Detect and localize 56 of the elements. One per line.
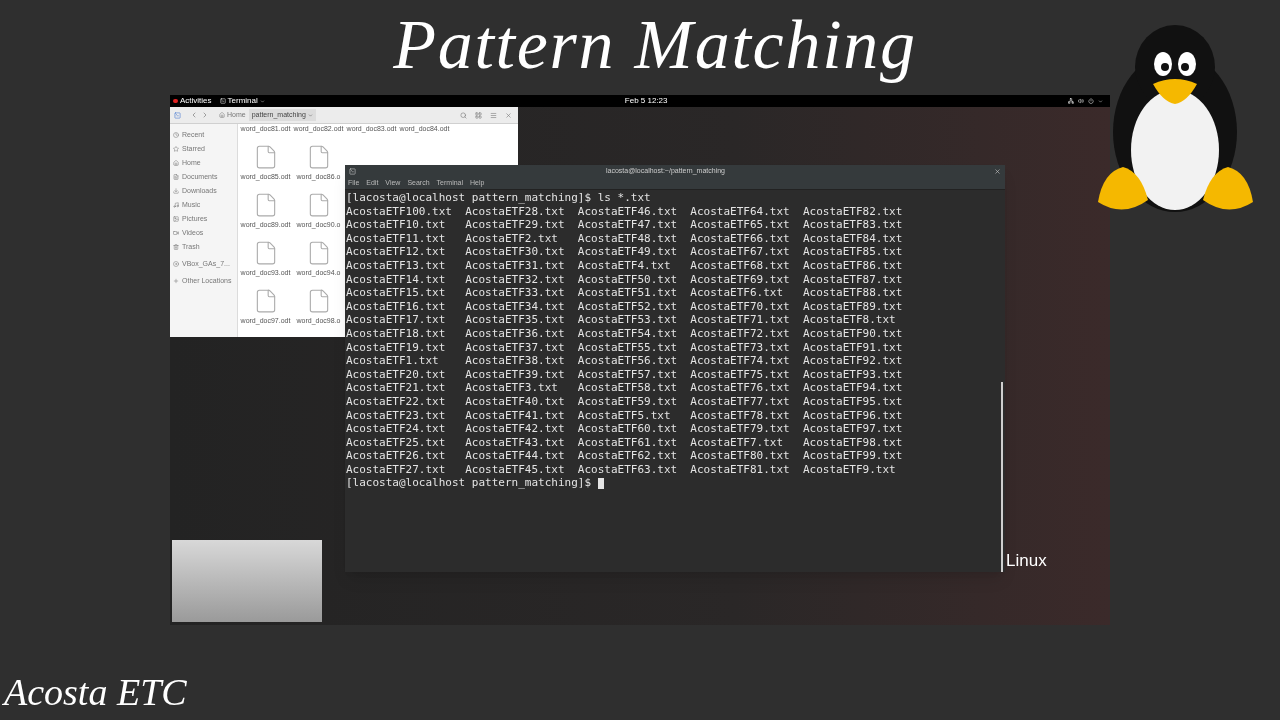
caret-icon[interactable] bbox=[1098, 98, 1103, 104]
forward-icon[interactable] bbox=[201, 111, 209, 119]
terminal-line: AcostaETF18.txt AcostaETF36.txt AcostaETF54.txt AcostaETF72.txt AcostaETF90.txt bbox=[346, 326, 903, 341]
overlay-label: Linux bbox=[1006, 551, 1047, 571]
image-icon bbox=[173, 216, 179, 222]
disc-icon bbox=[173, 261, 179, 267]
terminal-prompt: [lacosta@localhost pattern_matching]$ bbox=[346, 476, 592, 491]
terminal-line: AcostaETF22.txt AcostaETF40.txt AcostaETF59.txt AcostaETF77.txt AcostaETF95.txt bbox=[346, 394, 903, 409]
clock[interactable]: Feb 5 12:23 bbox=[624, 96, 668, 106]
document-icon bbox=[173, 174, 179, 180]
terminal-line: AcostaETF25.txt AcostaETF43.txt AcostaETF61.txt AcostaETF7.txt AcostaETF98.txt bbox=[346, 435, 903, 450]
star-icon bbox=[173, 146, 179, 152]
terminal-line: AcostaETF24.txt AcostaETF42.txt AcostaETF60.txt AcostaETF79.txt AcostaETF97.txt bbox=[346, 422, 903, 436]
power-icon[interactable] bbox=[1088, 98, 1094, 104]
terminal-icon bbox=[349, 168, 356, 175]
text-cursor bbox=[598, 477, 605, 489]
video-title: Pattern Matching bbox=[393, 5, 917, 85]
terminal-line: AcostaETF1.txt AcostaETF38.txt AcostaETF56.txt AcostaETF74.txt AcostaETF92.txt bbox=[346, 354, 903, 368]
caret-icon bbox=[307, 112, 313, 118]
video-icon bbox=[173, 230, 179, 236]
network-icon[interactable] bbox=[1068, 98, 1074, 104]
terminal-line: AcostaETF20.txt AcostaETF39.txt AcostaETF57.txt AcostaETF75.txt AcostaETF93.txt bbox=[346, 367, 903, 382]
terminal-line: [lacosta@localhost pattern_matching]$ ls *.txt bbox=[346, 191, 651, 205]
music-icon bbox=[173, 202, 179, 208]
terminal-line: AcostaETF23.txt AcostaETF41.txt AcostaETF5.txt AcostaETF78.txt AcostaETF96.txt bbox=[346, 408, 903, 423]
terminal-line: AcostaETF19.txt AcostaETF37.txt AcostaETF55.txt AcostaETF73.txt AcostaETF91.txt bbox=[346, 340, 903, 355]
channel-logo: Acosta ETC bbox=[4, 670, 187, 715]
terminal-line: AcostaETF16.txt AcostaETF34.txt AcostaETF52.txt AcostaETF70.txt AcostaETF89.txt bbox=[346, 299, 903, 314]
caret-icon bbox=[259, 98, 265, 104]
home-icon bbox=[173, 160, 179, 166]
terminal-line: AcostaETF17.txt AcostaETF35.txt AcostaETF53.txt AcostaETF71.txt AcostaETF8.txt bbox=[346, 313, 896, 327]
clock-icon bbox=[173, 132, 179, 138]
terminal-line: AcostaETF15.txt AcostaETF33.txt AcostaETF51.txt AcostaETF6.txt AcostaETF88.txt bbox=[346, 286, 903, 300]
terminal-line: AcostaETF13.txt AcostaETF31.txt AcostaETF4.txt AcostaETF68.txt AcostaETF86.txt bbox=[346, 258, 903, 273]
download-icon bbox=[173, 188, 179, 194]
terminal-icon bbox=[219, 98, 226, 104]
search-icon[interactable] bbox=[460, 111, 467, 119]
terminal-line: AcostaETF12.txt AcostaETF30.txt AcostaETF49.txt AcostaETF67.txt AcostaETF85.txt bbox=[346, 245, 903, 259]
terminal-line: AcostaETF21.txt AcostaETF3.txt AcostaETF58.txt AcostaETF76.txt AcostaETF94.txt bbox=[346, 381, 903, 395]
plus-icon bbox=[173, 278, 179, 284]
terminal-line: AcostaETF14.txt AcostaETF32.txt AcostaETF50.txt AcostaETF69.txt AcostaETF87.txt bbox=[346, 272, 903, 287]
terminal-line: AcostaETF11.txt AcostaETF2.txt AcostaETF48.txt AcostaETF66.txt AcostaETF84.txt bbox=[346, 231, 903, 246]
view-options-icon[interactable] bbox=[475, 111, 482, 119]
terminal-line: AcostaETF26.txt AcostaETF44.txt AcostaETF62.txt AcostaETF80.txt AcostaETF99.txt bbox=[346, 449, 903, 463]
back-icon[interactable] bbox=[190, 111, 198, 119]
activities-button[interactable]: Activities bbox=[173, 96, 212, 106]
menu-icon[interactable] bbox=[490, 111, 497, 119]
home-icon bbox=[219, 112, 225, 118]
terminal-line: AcostaETF10.txt AcostaETF29.txt AcostaETF47.txt AcostaETF65.txt AcostaETF83.txt bbox=[346, 218, 903, 232]
app-menu[interactable]: Terminal bbox=[219, 96, 265, 106]
volume-icon[interactable] bbox=[1078, 98, 1084, 104]
close-icon[interactable] bbox=[994, 168, 1001, 175]
terminal-line: AcostaETF100.txt AcostaETF28.txt AcostaETF46.txt AcostaETF64.txt AcostaETF82.txt bbox=[346, 204, 903, 219]
trash-icon bbox=[173, 244, 179, 250]
terminal-line: AcostaETF27.txt AcostaETF45.txt AcostaETF63.txt AcostaETF81.txt AcostaETF9.txt bbox=[346, 462, 896, 477]
close-icon[interactable] bbox=[505, 111, 512, 119]
